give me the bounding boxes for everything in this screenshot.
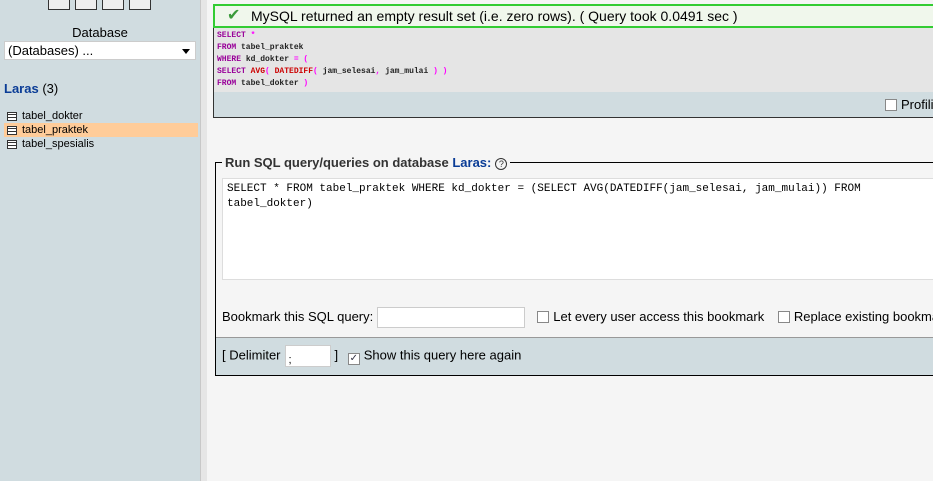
sql-line: WHERE kd_dokter = (: [217, 54, 933, 66]
show-query-again-checkbox[interactable]: ✓: [347, 353, 360, 366]
database-label: Database: [72, 25, 128, 40]
sql-token: ,: [375, 67, 386, 76]
sql-query-textarea[interactable]: SELECT * FROM tabel_praktek WHERE kd_dok…: [222, 178, 933, 280]
frame-divider[interactable]: [200, 0, 207, 481]
sql-token: jam_mulai: [385, 67, 434, 76]
query-footer: [ Delimiter;] ✓ Show this query here agai…: [216, 337, 933, 375]
sql-token: SELECT: [217, 67, 246, 76]
database-select[interactable]: (Databases) ...: [4, 41, 196, 60]
sql-token: tabel_dokter: [236, 79, 304, 88]
sql-token: = (: [293, 55, 309, 64]
success-text: MySQL returned an empty result set (i.e.…: [251, 8, 738, 24]
database-select-value: (Databases) ...: [8, 43, 94, 58]
delimiter-input[interactable]: ;: [284, 345, 331, 367]
table-name[interactable]: tabel_spesialis: [22, 138, 94, 150]
sql-code: SELECT * FROM tabel_praktek WHERE kd_dokte…: [214, 28, 933, 92]
legend-db-link[interactable]: Laras:: [452, 155, 491, 170]
bookmark-input[interactable]: [377, 307, 526, 329]
delimiter-close: ]: [334, 347, 339, 363]
sidebar-table-item[interactable]: tabel_praktek: [4, 123, 198, 137]
sidebar-table-item[interactable]: tabel_spesialis: [4, 137, 198, 151]
bookmark-row: Bookmark this SQL query: Let every user a…: [222, 307, 933, 329]
legend-text: Run SQL query/queries on database: [225, 155, 449, 170]
replace-existing-checkbox[interactable]: [777, 311, 790, 323]
executed-sql: SELECT * FROM tabel_praktek WHERE kd_dokte…: [213, 28, 933, 118]
sql-token: ): [303, 79, 309, 88]
sql-line: FROM tabel_dokter ): [217, 78, 933, 90]
query-legend: Run SQL query/queries on database Laras:…: [222, 155, 511, 170]
show-query-again-label: Show this query here again: [363, 347, 522, 363]
profiling-label: Profili: [901, 97, 933, 112]
sql-token: WHERE: [217, 55, 242, 64]
profiling-checkbox[interactable]: Profili: [885, 97, 933, 112]
db-table-count: (3): [42, 81, 59, 96]
sql-token: (: [313, 67, 323, 76]
table-icon[interactable]: [7, 112, 17, 121]
replace-existing-label: Replace existing bookmark: [793, 309, 933, 324]
bookmark-label: Bookmark this SQL query:: [222, 309, 374, 324]
sql-line: SELECT *: [217, 30, 933, 42]
sql-token: *: [245, 31, 256, 40]
query-window-icon[interactable]: [102, 0, 124, 10]
sql-icon[interactable]: [75, 0, 97, 10]
success-message: ✔ MySQL returned an empty result set (i.e…: [213, 4, 933, 28]
sql-token: AVG: [245, 67, 266, 76]
sql-line: SELECT AVG( DATEDIFF( jam_selesai, jam_m…: [217, 66, 933, 78]
db-name-link[interactable]: Laras: [4, 81, 39, 96]
sql-line: FROM tabel_praktek: [217, 42, 933, 54]
table-name[interactable]: tabel_dokter: [22, 110, 83, 122]
checkmark-icon: ✔: [227, 7, 241, 24]
sql-token: FROM: [217, 79, 237, 88]
table-icon[interactable]: [7, 140, 17, 149]
sidebar: Database (Databases) ... Laras (3) tabel…: [0, 0, 200, 481]
db-heading[interactable]: Laras (3): [4, 81, 58, 96]
delimiter-label: [ Delimiter: [222, 347, 281, 363]
let-every-user-checkbox[interactable]: [537, 311, 550, 323]
sidebar-table-item[interactable]: tabel_dokter: [4, 109, 198, 123]
sql-token: FROM: [217, 43, 237, 52]
sql-token: ) ): [433, 67, 448, 76]
table-icon[interactable]: [7, 126, 17, 135]
chevron-down-icon: [182, 49, 190, 54]
home-icon[interactable]: [48, 0, 70, 10]
checkbox[interactable]: [885, 99, 897, 111]
table-name[interactable]: tabel_praktek: [22, 124, 88, 136]
help-icon[interactable]: ?: [495, 158, 508, 170]
sql-token: SELECT: [217, 31, 246, 40]
sql-token: kd_dokter: [241, 55, 294, 64]
sql-toolbar: Profili: [214, 92, 933, 117]
sql-token: DATEDIFF: [274, 67, 314, 76]
docs-icon[interactable]: [129, 0, 151, 10]
let-every-user-label: Let every user access this bookmark: [553, 309, 765, 324]
sql-token: tabel_praktek: [236, 43, 304, 52]
sql-token: jam_selesai: [322, 67, 376, 76]
sql-token: (: [265, 67, 275, 76]
